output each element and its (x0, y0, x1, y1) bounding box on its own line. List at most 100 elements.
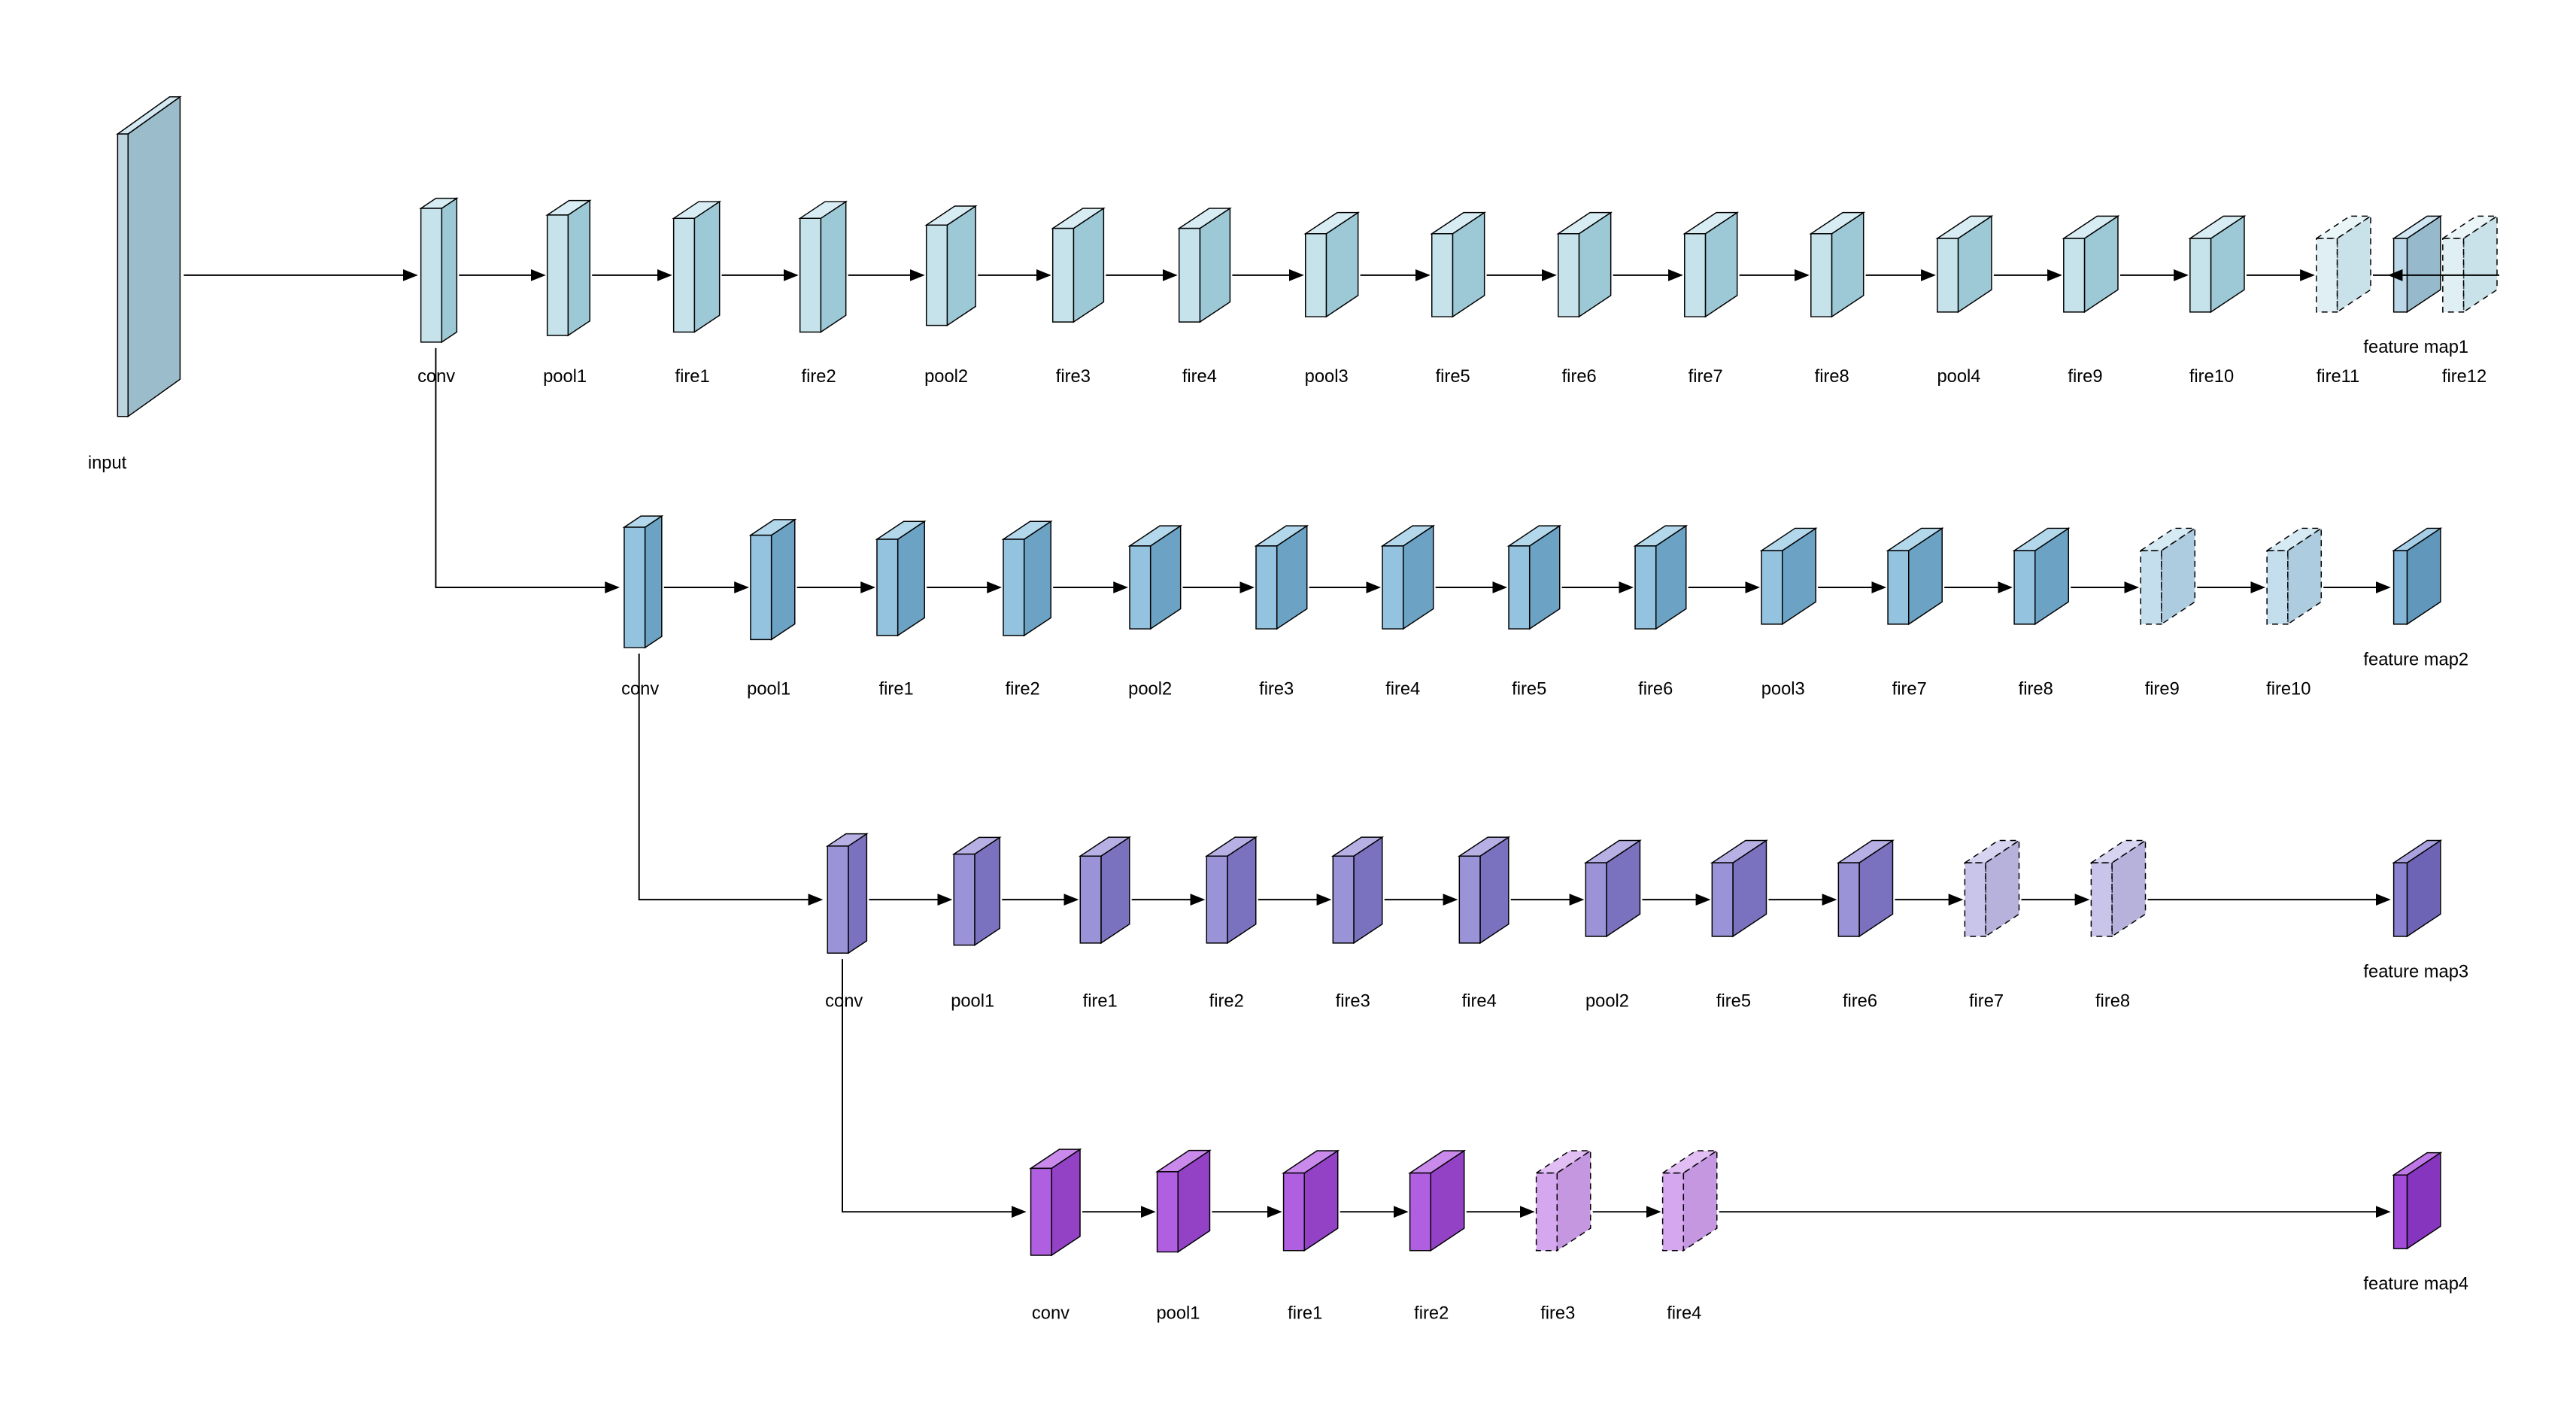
row2-fire5-label: fire5 (1716, 991, 1751, 1011)
row0-fire3-label: fire3 (1056, 367, 1091, 387)
row3-pool1-label: pool1 (1156, 1304, 1200, 1324)
row2-fire1-label: fire1 (1083, 991, 1118, 1011)
row1-fire6 (1635, 526, 1686, 629)
row1-fire1 (877, 521, 924, 636)
row2-conv-label: conv (825, 991, 863, 1011)
row3-pool1 (1158, 1151, 1210, 1252)
row2-fire2 (1206, 837, 1255, 943)
branch-arrow-3 (842, 959, 1025, 1212)
row2-fire1 (1080, 837, 1129, 943)
row0-fire6-label: fire6 (1562, 367, 1597, 387)
row0-fire8 (1811, 213, 1864, 317)
row2-fire8-label: fire8 (2095, 991, 2130, 1011)
feature-map-3 (2394, 841, 2441, 936)
row0-fire7-label: fire7 (1689, 367, 1723, 387)
row2-pool1 (954, 837, 1000, 945)
row3-fire3 (1537, 1151, 1591, 1251)
row1-fire7-label: fire7 (1892, 679, 1927, 699)
row0-pool2 (927, 206, 975, 326)
row1-fire8-label: fire8 (2019, 679, 2053, 699)
row1-fire5 (1509, 526, 1560, 629)
row1-fire1-label: fire1 (879, 679, 914, 699)
row2-conv (827, 834, 866, 954)
row0-pool2-label: pool2 (924, 367, 968, 387)
row0-fire8-label: fire8 (1815, 367, 1849, 387)
row3-fire4 (1663, 1151, 1717, 1251)
row0-fire10 (2190, 216, 2244, 311)
row1-fire10-label: fire10 (2266, 679, 2311, 699)
row0-fire7 (1685, 213, 1737, 317)
row2-fire6-label: fire6 (1843, 991, 1877, 1011)
row1-fire6-label: fire6 (1638, 679, 1673, 699)
row2-fire6 (1838, 841, 1892, 936)
row1-fire3-label: fire3 (1259, 679, 1294, 699)
row1-fire7 (1888, 528, 1942, 624)
row2-fire7-label: fire7 (1969, 991, 2004, 1011)
feature-map-4-label: feature map4 (2363, 1274, 2468, 1294)
row1-pool2-label: pool2 (1128, 679, 1172, 699)
row1-fire3 (1256, 526, 1307, 629)
row3-conv-label: conv (1032, 1304, 1070, 1324)
row3-fire1 (1284, 1151, 1338, 1251)
row0-pool3-label: pool3 (1305, 367, 1349, 387)
row0-fire2 (800, 202, 846, 332)
branch-arrow-2 (639, 654, 822, 900)
row1-pool1 (751, 520, 795, 640)
row0-fire9-label: fire9 (2068, 367, 2102, 387)
row1-pool2 (1130, 526, 1181, 629)
row2-fire2-label: fire2 (1209, 991, 1244, 1011)
input-label: input (88, 454, 127, 473)
row2-fire3-label: fire3 (1336, 991, 1370, 1011)
row0-pool1-label: pool1 (543, 367, 587, 387)
row1-fire4 (1382, 526, 1434, 629)
row0-fire2-label: fire2 (802, 367, 836, 387)
row1-fire9 (2141, 528, 2195, 624)
feature-map-2-label: feature map2 (2363, 650, 2468, 669)
row1-fire9-label: fire9 (2145, 679, 2180, 699)
row0-fire3 (1053, 208, 1104, 322)
branch-arrow-1 (435, 348, 618, 587)
row0-fire9 (2064, 216, 2118, 311)
row2-fire4-label: fire4 (1462, 991, 1497, 1011)
row1-fire4-label: fire4 (1385, 679, 1420, 699)
row3-conv (1031, 1149, 1080, 1255)
row1-pool1-label: pool1 (747, 679, 790, 699)
row0-fire1-label: fire1 (675, 367, 710, 387)
row0-fire1 (674, 202, 720, 332)
row3-fire3-label: fire3 (1540, 1304, 1575, 1324)
row2-fire5 (1712, 841, 1766, 936)
row2-fire4 (1459, 837, 1508, 943)
input-slab (117, 97, 180, 417)
row2-pool1-label: pool1 (951, 991, 994, 1011)
row0-pool4-label: pool4 (1937, 367, 1980, 387)
row2-pool2 (1585, 841, 1640, 936)
row3-fire2 (1410, 1151, 1464, 1251)
row0-fire12-label: fire12 (2442, 367, 2486, 387)
row3-fire2-label: fire2 (1414, 1304, 1449, 1324)
row1-fire2 (1003, 521, 1051, 636)
row0-fire4 (1179, 208, 1230, 322)
row0-fire6 (1558, 213, 1611, 317)
row0-pool4 (1937, 216, 1992, 311)
row0-fire10-label: fire10 (2189, 367, 2234, 387)
row0-fire11 (2317, 216, 2371, 311)
row1-conv (624, 516, 662, 648)
row2-fire3 (1333, 837, 1382, 943)
row2-fire7 (1965, 841, 2019, 936)
feature-map-2 (2394, 528, 2441, 624)
row2-pool2-label: pool2 (1585, 991, 1629, 1011)
row0-pool3 (1306, 213, 1358, 317)
feature-map-4 (2394, 1153, 2441, 1249)
row1-fire2-label: fire2 (1006, 679, 1040, 699)
row2-fire8 (2091, 841, 2145, 936)
row0-fire4-label: fire4 (1182, 367, 1217, 387)
row0-conv (421, 199, 457, 342)
feature-map-1-label: feature map1 (2363, 338, 2468, 357)
row1-fire5-label: fire5 (1512, 679, 1546, 699)
feature-map-1 (2394, 216, 2441, 311)
network-diagram: input conv pool1 fire1 fire2 pool2 fire3 fire4 p… (15, 15, 2561, 1405)
feature-map-3-label: feature map3 (2363, 962, 2468, 982)
row1-pool3 (1761, 528, 1816, 624)
row0-pool1 (548, 201, 590, 335)
row0-fire5 (1432, 213, 1485, 317)
